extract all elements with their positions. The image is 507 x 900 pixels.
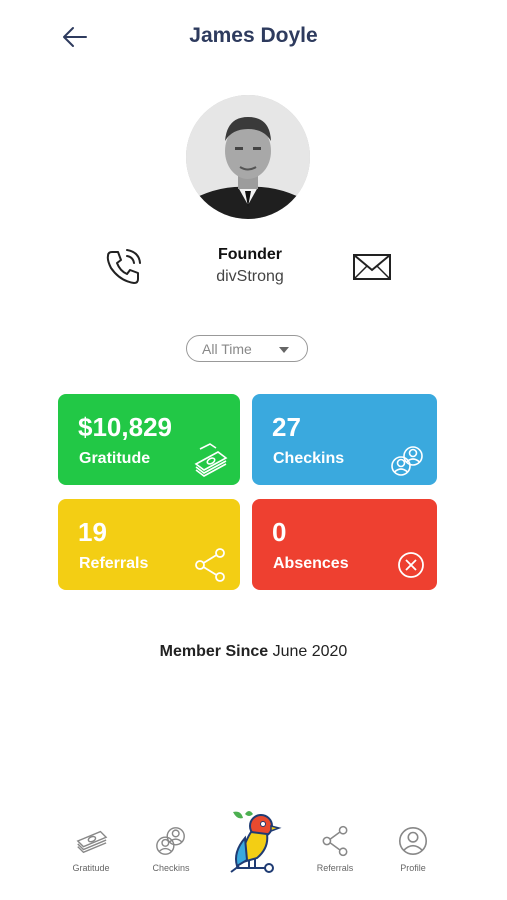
user-icon [398,826,428,856]
nav-label: Profile [400,863,426,873]
users-icon [391,446,423,476]
stat-value: 27 [272,412,301,442]
stat-card-gratitude[interactable]: $10,829 Gratitude [58,394,240,485]
nav-item-checkins[interactable]: Checkins [136,810,206,880]
page-title: James Doyle [189,24,318,47]
cash-icon [76,830,108,854]
nav-label: Gratitude [72,863,110,873]
share-icon [322,825,348,857]
stat-label: Absences [273,555,349,572]
nav-item-home-logo[interactable] [218,802,288,880]
profile-role: Founder [218,246,282,263]
call-button[interactable] [102,246,144,288]
close-circle-icon [398,552,424,578]
nav-item-profile[interactable]: Profile [378,810,448,880]
mail-icon [353,254,391,280]
member-since-date: June 2020 [272,643,348,660]
share-icon [195,548,225,582]
nav-label: Checkins [152,863,190,873]
stat-card-referrals[interactable]: 19 Referrals [58,499,240,590]
nav-item-referrals[interactable]: Referrals [300,810,370,880]
stat-label: Gratitude [79,450,151,467]
users-icon [156,827,185,855]
member-since-label: Member Since [159,643,269,660]
time-filter-select[interactable]: All Time [186,335,308,362]
stat-value: 19 [78,517,107,547]
bird-logo-icon [230,811,282,873]
cash-icon [194,443,228,477]
stat-label: Referrals [79,555,149,572]
stat-value: 0 [272,517,287,547]
nav-item-gratitude[interactable]: Gratitude [56,810,126,880]
bottom-nav: Gratitude Checkins Referrals Profile [0,810,507,890]
caret-down-icon [279,347,289,353]
phone-icon [106,249,141,284]
stat-label: Checkins [273,450,345,467]
stat-card-checkins[interactable]: 27 Checkins [252,394,437,485]
nav-label: Referrals [316,863,354,873]
profile-company: divStrong [216,268,284,285]
stat-card-absences[interactable]: 0 Absences [252,499,437,590]
avatar [186,95,310,219]
member-since: Member Since June 2020 [0,643,507,661]
email-button[interactable] [350,250,394,284]
time-filter-value: All Time [202,341,252,357]
stat-value: $10,829 [78,412,172,442]
